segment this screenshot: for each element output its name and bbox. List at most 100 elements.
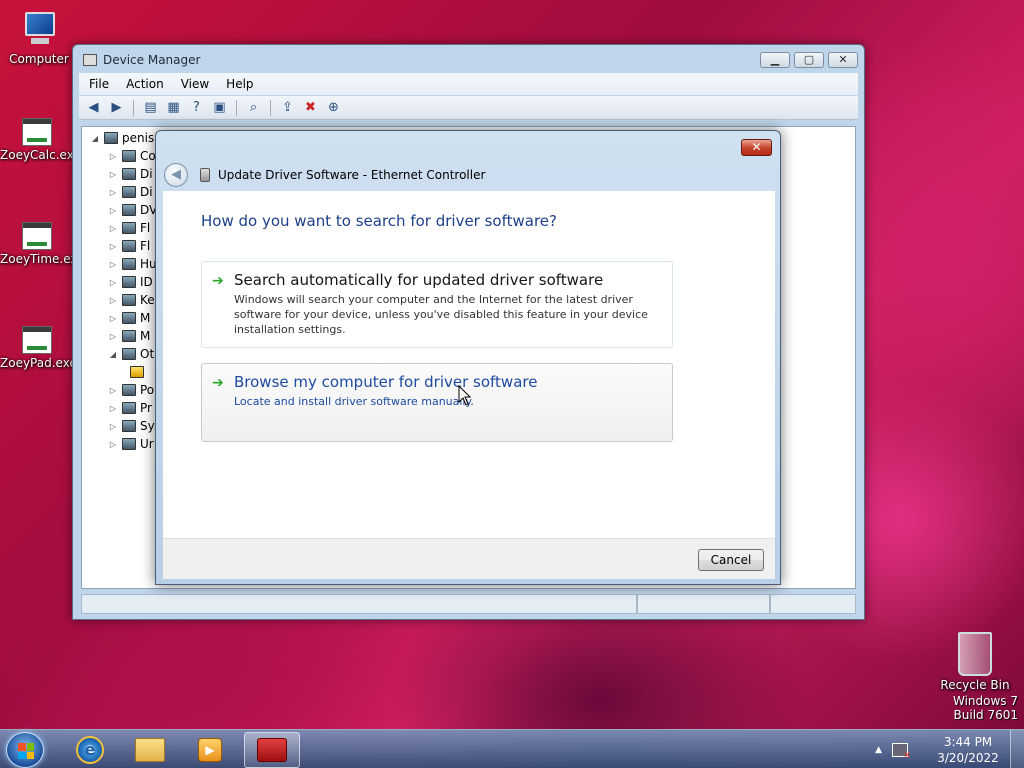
tree-root[interactable]: ◢ penis xyxy=(90,129,157,147)
tree-item[interactable]: ▷ Ur xyxy=(90,435,157,453)
status-pane xyxy=(637,594,771,614)
desktop-icon-zoeytime[interactable]: ZoeyTime.exe xyxy=(0,222,85,266)
expand-icon[interactable]: ▷ xyxy=(108,440,118,449)
expand-icon[interactable]: ▷ xyxy=(108,296,118,305)
tree-item-label: M xyxy=(140,329,151,343)
desktop-icon-zoeycalc[interactable]: ZoeyCalc.exe xyxy=(0,118,81,162)
system-tray: ▲ 3:44 PM 3/20/2022 xyxy=(875,730,1024,768)
clock[interactable]: 3:44 PM 3/20/2022 xyxy=(926,734,1010,766)
desktop-icon-computer[interactable]: Computer xyxy=(2,10,76,66)
network-disconnected-icon[interactable] xyxy=(892,742,911,761)
dialog-close-button[interactable]: ✕ xyxy=(741,139,772,156)
desktop-icon-label: Computer xyxy=(9,52,69,66)
show-hide-action-pane-icon[interactable]: ▣ xyxy=(211,100,228,116)
uninstall-device-icon[interactable]: ✖ xyxy=(302,100,319,116)
tree-item[interactable]: ▷ Sy xyxy=(90,417,157,435)
computer-node-icon xyxy=(104,132,118,144)
collapse-icon[interactable]: ◢ xyxy=(108,350,118,359)
expand-icon[interactable]: ▷ xyxy=(108,260,118,269)
show-desktop-button[interactable] xyxy=(1010,730,1024,768)
minimize-button[interactable]: ▁ xyxy=(760,52,790,68)
update-driver-icon[interactable]: ⇪ xyxy=(279,100,296,116)
tree-item[interactable]: ▷ M xyxy=(90,309,157,327)
tree-item-selected[interactable] xyxy=(90,363,157,381)
tree-item[interactable]: ▷ M xyxy=(90,327,157,345)
scan-hardware-icon[interactable]: ⌕ xyxy=(245,100,262,116)
expand-icon[interactable]: ▷ xyxy=(108,188,118,197)
expand-icon[interactable]: ▷ xyxy=(108,224,118,233)
computer-icon xyxy=(17,10,61,50)
device-category-icon xyxy=(122,204,136,216)
taskbar-windows-explorer[interactable] xyxy=(122,732,178,768)
tree-item[interactable]: ▷ Fl xyxy=(90,219,157,237)
expand-icon[interactable]: ▷ xyxy=(108,170,118,179)
dialog-question: How do you want to search for driver sof… xyxy=(201,212,557,230)
taskbar-media-player[interactable]: ▶ xyxy=(182,732,238,768)
expand-icon[interactable]: ▷ xyxy=(108,152,118,161)
tree-item[interactable]: ▷ Di xyxy=(90,183,157,201)
tree-item[interactable]: ▷ ID xyxy=(90,273,157,291)
desktop-icon-zoeypad[interactable]: ZoeyPad.exe xyxy=(0,326,77,370)
window-titlebar[interactable]: Device Manager xyxy=(83,53,200,67)
expand-icon[interactable]: ▷ xyxy=(108,278,118,287)
back-arrow-icon[interactable]: ◀ xyxy=(85,100,102,116)
cancel-button[interactable]: Cancel xyxy=(698,549,764,571)
search-automatically-option[interactable]: ➔ Search automatically for updated drive… xyxy=(201,261,673,348)
tree-item[interactable]: ▷ Ke xyxy=(90,291,157,309)
status-pane xyxy=(770,594,856,614)
expand-icon[interactable]: ▷ xyxy=(108,206,118,215)
application-icon xyxy=(22,118,52,146)
taskbar-internet-explorer[interactable]: e xyxy=(62,732,118,768)
expand-icon[interactable]: ▷ xyxy=(108,422,118,431)
tree-item[interactable]: ▷ Di xyxy=(90,165,157,183)
tree-item-label: Sy xyxy=(140,419,155,433)
start-button[interactable] xyxy=(6,732,44,768)
application-icon xyxy=(22,326,52,354)
expand-icon[interactable]: ▷ xyxy=(108,242,118,251)
enable-device-icon[interactable]: ⊕ xyxy=(325,100,342,116)
menu-action[interactable]: Action xyxy=(126,77,164,91)
maximize-button[interactable]: ▢ xyxy=(794,52,824,68)
expand-icon[interactable]: ▷ xyxy=(108,314,118,323)
option-description: Locate and install driver software manua… xyxy=(234,395,474,408)
option-title: Search automatically for updated driver … xyxy=(234,271,604,289)
properties-icon[interactable]: ▦ xyxy=(165,100,182,116)
show-hidden-icons-icon[interactable]: ▲ xyxy=(875,745,882,755)
back-button[interactable]: ◀ xyxy=(164,163,188,187)
menu-file[interactable]: File xyxy=(89,77,109,91)
menu-view[interactable]: View xyxy=(181,77,209,91)
windows-logo-icon xyxy=(18,743,34,759)
desktop-icon-label: ZoeyCalc.exe xyxy=(0,148,81,162)
show-hide-console-tree-icon[interactable]: ▤ xyxy=(142,100,159,116)
desktop-icon-recycle-bin[interactable]: Recycle Bin xyxy=(938,632,1012,692)
tree-item[interactable]: ▷ DV xyxy=(90,201,157,219)
device-category-icon xyxy=(122,222,136,234)
update-driver-dialog: ✕ ◀ Update Driver Software - Ethernet Co… xyxy=(155,130,781,585)
expand-icon[interactable]: ▷ xyxy=(108,386,118,395)
device-category-icon xyxy=(122,384,136,396)
tree-item[interactable]: ▷ Po xyxy=(90,381,157,399)
device-category-icon xyxy=(122,438,136,450)
tree-item-label: Di xyxy=(140,167,153,181)
application-icon xyxy=(22,222,52,250)
expand-icon[interactable]: ▷ xyxy=(108,332,118,341)
taskbar-device-manager[interactable] xyxy=(244,732,300,768)
browse-computer-option[interactable]: ➔ Browse my computer for driver software… xyxy=(201,363,673,442)
help-icon[interactable]: ? xyxy=(188,100,205,116)
tree-item[interactable]: ▷ Co xyxy=(90,147,157,165)
tree-item-label: Di xyxy=(140,185,153,199)
close-button[interactable]: ✕ xyxy=(828,52,858,68)
collapse-icon[interactable]: ◢ xyxy=(90,134,100,143)
tree-item-label: Pr xyxy=(140,401,152,415)
status-bar xyxy=(81,594,856,614)
tree-item[interactable]: ▷ Fl xyxy=(90,237,157,255)
tree-item[interactable]: ▷ Hu xyxy=(90,255,157,273)
menu-help[interactable]: Help xyxy=(226,77,253,91)
device-category-icon xyxy=(122,276,136,288)
tree-item[interactable]: ▷ Pr xyxy=(90,399,157,417)
tree-item-label: Ot xyxy=(140,347,155,361)
tree-item[interactable]: ◢ Ot xyxy=(90,345,157,363)
expand-icon[interactable]: ▷ xyxy=(108,404,118,413)
device-category-icon xyxy=(122,402,136,414)
forward-arrow-icon[interactable]: ▶ xyxy=(108,100,125,116)
